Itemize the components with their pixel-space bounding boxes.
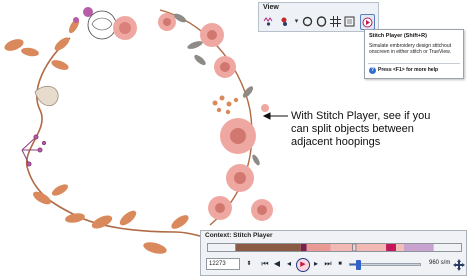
tooltip-help-text: Press <F1> for more help	[378, 67, 439, 73]
stop-icon[interactable]: ■	[334, 258, 346, 270]
wreath-left-vine	[25, 37, 216, 241]
progress-color-segment	[306, 244, 331, 251]
progress-color-segment	[386, 244, 396, 251]
stitch-progress-bar[interactable]	[207, 243, 462, 252]
wreath-right-roses	[158, 9, 273, 226]
progress-color-segment	[395, 244, 404, 251]
step-forward-icon[interactable]: ▸	[310, 258, 322, 270]
grey-leaf	[34, 85, 59, 106]
tooltip-divider	[368, 63, 460, 64]
left-leaves	[4, 18, 189, 254]
frame-icon[interactable]	[343, 14, 356, 28]
stitch-player-tooltip: Stitch Player (Shift+R) Simulate embroid…	[364, 29, 464, 79]
progress-color-segment	[403, 244, 434, 251]
wreath-berries	[212, 95, 239, 115]
progress-color-segment	[235, 244, 301, 251]
hoop-icon[interactable]	[315, 14, 328, 28]
tooltip-description: Simulate embroidery design stitchout ons…	[369, 43, 451, 55]
go-to-start-icon[interactable]: ⏮	[259, 258, 271, 270]
speed-slider[interactable]	[349, 260, 421, 270]
spin-arrows-icon[interactable]: ⬍	[243, 258, 255, 270]
callout-arrow	[262, 112, 288, 120]
speed-readout: 960 s/m	[429, 260, 451, 266]
panel-title: Context: Stitch Player	[205, 232, 273, 239]
view-toolbar: View ▾	[258, 2, 379, 32]
zoom-icon[interactable]	[301, 14, 314, 28]
move-icon[interactable]	[453, 259, 465, 271]
player-controls: 12273 ⬍ ⏮ ◀ ◂ ▶ ▸ ⏭ ■ 960 s/m	[201, 255, 467, 275]
top-left-roses	[73, 7, 137, 40]
stitch-number-field[interactable]: 12273	[206, 258, 240, 270]
next-object-icon[interactable]: ⏭	[322, 258, 334, 270]
step-back-icon[interactable]: ◂	[283, 258, 295, 270]
stitch-player-icon[interactable]	[360, 14, 375, 30]
callout-text: With Stitch Player, see if you can split…	[291, 110, 431, 148]
play-icon[interactable]: ▶	[296, 258, 310, 272]
stitch-player-panel: Context: Stitch Player 12273 ⬍ ⏮ ◀ ◂ ▶ ▸…	[200, 230, 467, 276]
progress-thumb[interactable]	[352, 244, 357, 251]
purple-flower-sprig	[21, 134, 47, 167]
previous-object-icon[interactable]: ◀	[271, 258, 283, 270]
tooltip-title: Stitch Player (Shift+R)	[369, 33, 427, 39]
progress-color-segment	[300, 244, 307, 251]
help-icon: ?	[369, 67, 376, 74]
view-toolbar-title: View	[263, 4, 279, 11]
progress-color-segment	[330, 244, 387, 251]
show-stitches-icon[interactable]	[262, 14, 275, 28]
speed-slider-thumb[interactable]	[356, 260, 362, 270]
grid-icon[interactable]	[329, 14, 342, 28]
